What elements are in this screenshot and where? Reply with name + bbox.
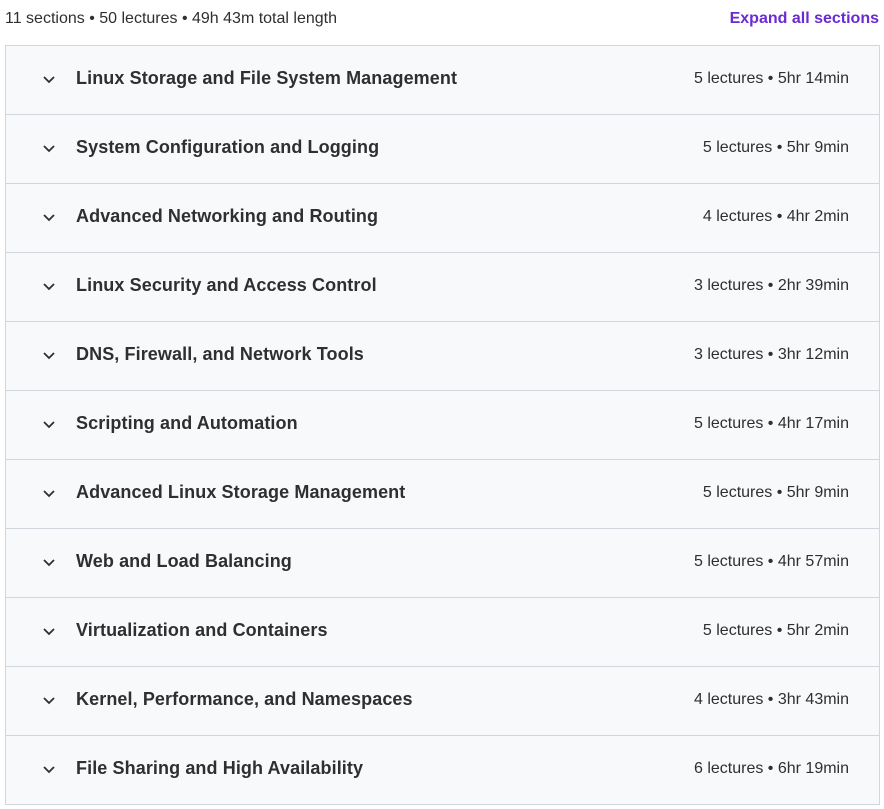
section-meta: 3 lectures • 3hr 12min — [693, 346, 849, 363]
section-title: Advanced Networking and Routing — [76, 206, 379, 226]
section-title: Scripting and Automation — [76, 413, 298, 433]
curriculum-header: 11 sections • 50 lectures • 49h 43m tota… — [0, 0, 884, 45]
chevron-down-icon — [41, 692, 57, 708]
section-title: System Configuration and Logging — [76, 137, 380, 157]
section-row[interactable]: Scripting and Automation 5 lectures • 4h… — [6, 391, 879, 460]
section-row[interactable]: System Configuration and Logging 5 lectu… — [6, 115, 879, 184]
section-row[interactable]: Linux Security and Access Control 3 lect… — [6, 253, 879, 322]
chevron-down-icon — [41, 761, 57, 777]
section-meta: 5 lectures • 5hr 2min — [702, 622, 849, 639]
section-meta: 5 lectures • 5hr 14min — [693, 70, 849, 87]
section-row[interactable]: Virtualization and Containers 5 lectures… — [6, 598, 879, 667]
section-row[interactable]: Linux Storage and File System Management… — [6, 46, 879, 115]
section-title: File Sharing and High Availability — [76, 758, 364, 778]
chevron-down-icon — [41, 623, 57, 639]
chevron-down-icon — [41, 209, 57, 225]
section-row[interactable]: Kernel, Performance, and Namespaces 4 le… — [6, 667, 879, 736]
chevron-down-icon — [41, 140, 57, 156]
section-meta: 5 lectures • 5hr 9min — [702, 484, 849, 501]
section-meta: 5 lectures • 5hr 9min — [702, 139, 849, 156]
section-meta: 5 lectures • 4hr 57min — [693, 553, 849, 570]
chevron-down-icon — [41, 278, 57, 294]
chevron-down-icon — [41, 485, 57, 501]
chevron-down-icon — [41, 71, 57, 87]
section-title: Web and Load Balancing — [76, 551, 292, 571]
section-title: Virtualization and Containers — [76, 620, 328, 640]
section-row[interactable]: File Sharing and High Availability 6 lec… — [6, 736, 879, 805]
chevron-down-icon — [41, 416, 57, 432]
section-meta: 4 lectures • 3hr 43min — [693, 691, 849, 708]
section-row[interactable]: Advanced Linux Storage Management 5 lect… — [6, 460, 879, 529]
section-meta: 5 lectures • 4hr 17min — [693, 415, 849, 432]
section-meta: 3 lectures • 2hr 39min — [693, 277, 849, 294]
section-row[interactable]: DNS, Firewall, and Network Tools 3 lectu… — [6, 322, 879, 391]
section-title: Advanced Linux Storage Management — [76, 482, 406, 502]
sections-list: Linux Storage and File System Management… — [5, 45, 880, 805]
chevron-down-icon — [41, 347, 57, 363]
section-title: Linux Security and Access Control — [76, 275, 377, 295]
section-title: Linux Storage and File System Management — [76, 68, 458, 88]
course-summary: 11 sections • 50 lectures • 49h 43m tota… — [5, 10, 337, 27]
expand-all-sections-button[interactable]: Expand all sections — [730, 10, 879, 28]
section-title: Kernel, Performance, and Namespaces — [76, 689, 413, 709]
section-meta: 4 lectures • 4hr 2min — [702, 208, 849, 225]
section-row[interactable]: Web and Load Balancing 5 lectures • 4hr … — [6, 529, 879, 598]
section-row[interactable]: Advanced Networking and Routing 4 lectur… — [6, 184, 879, 253]
chevron-down-icon — [41, 554, 57, 570]
section-meta: 6 lectures • 6hr 19min — [693, 760, 849, 777]
section-title: DNS, Firewall, and Network Tools — [76, 344, 364, 364]
